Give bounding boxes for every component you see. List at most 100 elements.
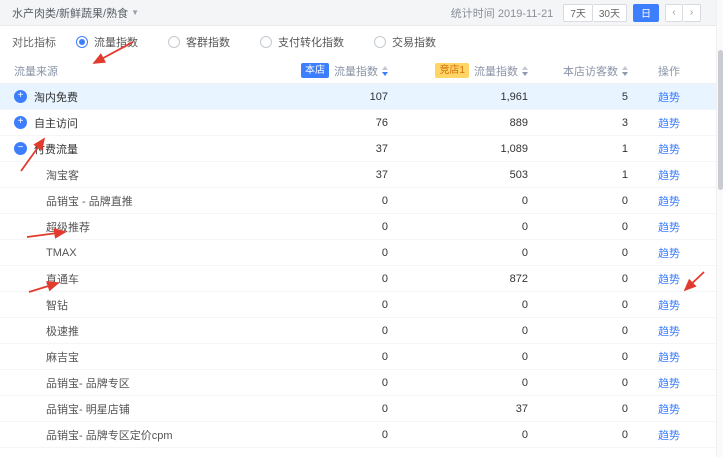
trend-link[interactable]: 趋势	[658, 170, 680, 182]
traffic-source-label: TMAX	[46, 247, 77, 259]
radio-label: 支付转化指数	[278, 34, 344, 50]
prev-date-button[interactable]: ‹	[665, 4, 683, 22]
own-index-value: 37	[278, 169, 393, 181]
traffic-source-label: 淘内免费	[34, 89, 78, 105]
own-visitors-value: 0	[533, 325, 633, 337]
own-index-value: 0	[278, 273, 393, 285]
own-visitors-value: 1	[533, 143, 633, 155]
trend-link[interactable]: 趋势	[658, 352, 680, 364]
trend-link[interactable]: 趋势	[658, 118, 680, 130]
date-nav-group: ‹ ›	[665, 4, 701, 22]
table-row[interactable]: 麻吉宝 0 0 0 趋势	[0, 344, 723, 370]
comp-index-value: 872	[393, 273, 533, 285]
comp-index-value: 0	[393, 195, 533, 207]
table-row[interactable]: 品销宝 - 品牌直推 0 0 0 趋势	[0, 188, 723, 214]
radio-conversion-index[interactable]: 支付转化指数	[260, 34, 344, 50]
chevron-down-icon: ▼	[131, 8, 139, 17]
table-row[interactable]: 超级推荐 0 0 0 趋势	[0, 214, 723, 240]
own-index-value: 0	[278, 351, 393, 363]
radio-trade-index[interactable]: 交易指数	[374, 34, 436, 50]
radio-icon	[168, 36, 180, 48]
topbar-right: 统计时间 2019-11-21 7天 30天 日 ‹ ›	[451, 4, 711, 22]
traffic-source-label: 品销宝 - 品牌直推	[46, 193, 133, 209]
trend-link[interactable]: 趋势	[658, 144, 680, 156]
comp-index-value: 889	[393, 117, 533, 129]
trend-link[interactable]: 趋势	[658, 326, 680, 338]
traffic-source-label: 超级推荐	[46, 219, 90, 235]
sort-comp-index-icon[interactable]	[522, 66, 528, 76]
comp-index-value: 0	[393, 221, 533, 233]
expand-icon[interactable]: +	[14, 116, 27, 129]
next-date-button[interactable]: ›	[683, 4, 701, 22]
category-label: 水产肉类/新鲜蔬果/熟食	[12, 5, 128, 21]
own-index-value: 37	[278, 143, 393, 155]
col-own-index: 本店 流量指数	[278, 63, 393, 79]
table-row[interactable]: + 淘内免费 107 1,961 5 趋势	[0, 84, 723, 110]
competitor-badge: 竞店1	[435, 63, 469, 78]
table-row[interactable]: − 付费流量 37 1,089 1 趋势	[0, 136, 723, 162]
trend-link[interactable]: 趋势	[658, 378, 680, 390]
radio-label: 客群指数	[186, 34, 230, 50]
own-visitors-value: 1	[533, 169, 633, 181]
radio-label: 流量指数	[94, 34, 138, 50]
range-30d-button[interactable]: 30天	[593, 4, 627, 22]
traffic-source-label: 淘宝客	[46, 167, 79, 183]
trend-link[interactable]: 趋势	[658, 248, 680, 260]
trend-link[interactable]: 趋势	[658, 300, 680, 312]
comp-index-value: 0	[393, 299, 533, 311]
own-index-value: 0	[278, 403, 393, 415]
table-row[interactable]: 品销宝- 品牌专区定价cpm 0 0 0 趋势	[0, 422, 723, 448]
trend-link[interactable]: 趋势	[658, 222, 680, 234]
category-selector[interactable]: 水产肉类/新鲜蔬果/熟食 ▼	[12, 5, 139, 21]
traffic-source-label: 品销宝- 明星店铺	[46, 401, 130, 417]
comp-index-value: 0	[393, 377, 533, 389]
compare-metric-bar: 对比指标 流量指数 客群指数 支付转化指数 交易指数	[0, 26, 723, 58]
range-day-button[interactable]: 日	[633, 4, 659, 22]
traffic-source-label: 智钻	[46, 297, 68, 313]
own-visitors-value: 0	[533, 377, 633, 389]
table-row[interactable]: 直通车 0 872 0 趋势	[0, 266, 723, 292]
traffic-source-label: 直通车	[46, 271, 79, 287]
scrollbar-thumb[interactable]	[718, 50, 723, 190]
own-index-value: 107	[278, 91, 393, 103]
table-row[interactable]: 品销宝- 品牌专区 0 0 0 趋势	[0, 370, 723, 396]
comp-index-value: 1,089	[393, 143, 533, 155]
expand-icon[interactable]: +	[14, 90, 27, 103]
col-own-visitors-label: 本店访客数	[563, 63, 618, 79]
radio-traffic-index[interactable]: 流量指数	[76, 34, 138, 50]
range-7d-button[interactable]: 7天	[563, 4, 593, 22]
own-index-value: 76	[278, 117, 393, 129]
sort-visitors-icon[interactable]	[622, 66, 628, 76]
radio-customer-index[interactable]: 客群指数	[168, 34, 230, 50]
own-visitors-value: 0	[533, 221, 633, 233]
comp-index-value: 503	[393, 169, 533, 181]
own-index-value: 0	[278, 377, 393, 389]
trend-link[interactable]: 趋势	[658, 430, 680, 442]
vertical-scrollbar	[716, 0, 723, 457]
comp-index-value: 0	[393, 247, 533, 259]
radio-icon	[260, 36, 272, 48]
table-row[interactable]: + 自主访问 76 889 3 趋势	[0, 110, 723, 136]
sort-own-index-icon[interactable]	[382, 66, 388, 76]
table-row[interactable]: TMAX 0 0 0 趋势	[0, 240, 723, 266]
trend-link[interactable]: 趋势	[658, 274, 680, 286]
table-row[interactable]: 智钻 0 0 0 趋势	[0, 292, 723, 318]
own-index-value: 0	[278, 299, 393, 311]
table-row[interactable]: 极速推 0 0 0 趋势	[0, 318, 723, 344]
traffic-source-label: 麻吉宝	[46, 349, 79, 365]
own-visitors-value: 0	[533, 403, 633, 415]
range-button-group: 7天 30天	[563, 4, 627, 22]
table-header: 流量来源 本店 流量指数 竞店1 流量指数 本店访客数 操作	[0, 58, 723, 84]
table-row[interactable]: 淘宝客 37 503 1 趋势	[0, 162, 723, 188]
traffic-source-label: 品销宝- 品牌专区定价cpm	[46, 427, 173, 443]
trend-link[interactable]: 趋势	[658, 196, 680, 208]
table-row[interactable]: 品销宝- 明星店铺 0 37 0 趋势	[0, 396, 723, 422]
topbar: 水产肉类/新鲜蔬果/熟食 ▼ 统计时间 2019-11-21 7天 30天 日 …	[0, 0, 723, 26]
trend-link[interactable]: 趋势	[658, 92, 680, 104]
own-visitors-value: 0	[533, 195, 633, 207]
col-comp-index: 竞店1 流量指数	[393, 63, 533, 79]
comp-index-value: 1,961	[393, 91, 533, 103]
trend-link[interactable]: 趋势	[658, 404, 680, 416]
expand-icon[interactable]: −	[14, 142, 27, 155]
own-index-value: 0	[278, 247, 393, 259]
